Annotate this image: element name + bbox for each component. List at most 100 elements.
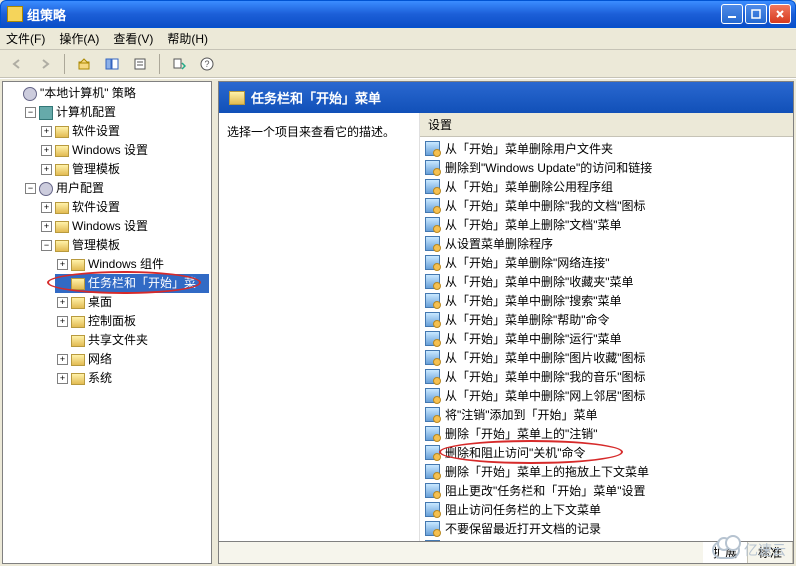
column-header-setting[interactable]: 设置 — [420, 113, 793, 137]
setting-item[interactable]: 阻止访问任务栏的上下文菜单 — [420, 500, 793, 519]
tree-desktop[interactable]: + 桌面 — [55, 293, 209, 312]
tree-label: 用户配置 — [56, 180, 104, 197]
setting-item[interactable]: 从「开始」菜单删除公用程序组 — [420, 177, 793, 196]
expand-icon[interactable]: + — [57, 316, 68, 327]
setting-label: 删除到"Windows Update"的访问和链接 — [445, 159, 652, 176]
tree-user-config[interactable]: − 用户配置 — [23, 179, 209, 198]
setting-item[interactable]: 从「开始」菜单上删除"文档"菜单 — [420, 215, 793, 234]
tree-system[interactable]: + 系统 — [55, 369, 209, 388]
show-hide-console-tree-button[interactable] — [101, 53, 123, 75]
forward-button — [34, 53, 56, 75]
setting-item[interactable]: 从「开始」菜单中删除"我的文档"图标 — [420, 196, 793, 215]
tree-root[interactable]: "本地计算机" 策略 — [7, 84, 209, 103]
collapse-icon[interactable]: − — [25, 107, 36, 118]
folder-icon — [71, 354, 85, 366]
tree-label: 桌面 — [88, 294, 112, 311]
properties-button[interactable] — [129, 53, 151, 75]
tree-pane[interactable]: "本地计算机" 策略 − 计算机配置 + 软件设置 +Windows 设置 + 管理模… — [2, 81, 212, 564]
collapse-icon[interactable]: − — [41, 240, 52, 251]
close-button[interactable] — [769, 4, 791, 24]
maximize-button[interactable] — [745, 4, 767, 24]
expand-icon[interactable]: + — [41, 164, 52, 175]
tree-computer-config[interactable]: − 计算机配置 — [23, 103, 209, 122]
up-button[interactable] — [73, 53, 95, 75]
setting-item[interactable]: 从「开始」菜单中删除"搜索"菜单 — [420, 291, 793, 310]
tree-label: 软件设置 — [72, 199, 120, 216]
tree-shared-folders[interactable]: 共享文件夹 — [55, 331, 209, 350]
folder-icon — [55, 126, 69, 138]
collapse-icon[interactable]: − — [25, 183, 36, 194]
setting-item[interactable]: 删除「开始」菜单上的拖放上下文菜单 — [420, 462, 793, 481]
details-header: 任务栏和「开始」菜单 — [218, 81, 794, 113]
setting-label: 从「开始」菜单中删除"我的文档"图标 — [445, 197, 646, 214]
menu-action[interactable]: 操作(A) — [59, 30, 99, 47]
expand-icon[interactable]: + — [41, 126, 52, 137]
folder-icon — [71, 259, 85, 271]
expand-icon[interactable]: + — [41, 145, 52, 156]
setting-label: 从「开始」菜单中删除"我的音乐"图标 — [445, 368, 646, 385]
tree-taskbar-startmenu[interactable]: 任务栏和「开始」菜 — [55, 274, 209, 293]
tree-label: 计算机配置 — [56, 104, 116, 121]
folder-icon — [55, 202, 69, 214]
policy-setting-icon — [425, 141, 440, 156]
policy-setting-icon — [425, 350, 440, 365]
menu-file[interactable]: 文件(F) — [6, 30, 45, 47]
tree-cc-software[interactable]: +软件设置 — [39, 122, 209, 141]
folder-icon — [71, 297, 85, 309]
folder-icon — [71, 373, 85, 385]
folder-icon — [55, 240, 69, 252]
user-icon — [39, 182, 53, 196]
expand-icon[interactable]: + — [57, 259, 68, 270]
tree-windows-components[interactable]: +Windows 组件 — [55, 255, 209, 274]
menu-help[interactable]: 帮助(H) — [167, 30, 208, 47]
tree-label: 管理模板 — [72, 161, 120, 178]
setting-item[interactable]: 将"注销"添加到「开始」菜单 — [420, 405, 793, 424]
setting-item[interactable]: 从「开始」菜单中删除"运行"菜单 — [420, 329, 793, 348]
setting-item[interactable]: 从「开始」菜单删除"帮助"命令 — [420, 310, 793, 329]
tree-cc-templates[interactable]: + 管理模板 — [39, 160, 209, 179]
setting-item[interactable]: 从设置菜单删除程序 — [420, 234, 793, 253]
tree-uc-templates[interactable]: −管理模板 — [39, 236, 209, 255]
tree-cc-windows[interactable]: +Windows 设置 — [39, 141, 209, 160]
policy-setting-icon — [425, 160, 440, 175]
setting-item[interactable]: 删除到"Windows Update"的访问和链接 — [420, 158, 793, 177]
toolbar: ? — [0, 50, 796, 78]
help-button[interactable]: ? — [196, 53, 218, 75]
expand-icon[interactable]: + — [57, 297, 68, 308]
expand-icon[interactable]: + — [41, 202, 52, 213]
setting-item[interactable]: 从「开始」菜单删除用户文件夹 — [420, 139, 793, 158]
policy-icon — [23, 87, 37, 101]
tree-control-panel[interactable]: +控制面板 — [55, 312, 209, 331]
setting-item[interactable]: 从「开始」菜单中删除"网上邻居"图标 — [420, 386, 793, 405]
tree-network[interactable]: +网络 — [55, 350, 209, 369]
menu-view[interactable]: 查看(V) — [113, 30, 153, 47]
minimize-button[interactable] — [721, 4, 743, 24]
policy-setting-icon — [425, 274, 440, 289]
settings-list[interactable]: 设置 从「开始」菜单删除用户文件夹删除到"Windows Update"的访问和… — [419, 113, 793, 541]
setting-item[interactable]: 阻止更改"任务栏和「开始」菜单"设置 — [420, 481, 793, 500]
expand-icon[interactable]: + — [57, 373, 68, 384]
setting-item[interactable]: 从「开始」菜单删除"网络连接" — [420, 253, 793, 272]
setting-item[interactable]: 从「开始」菜单中删除"收藏夹"菜单 — [420, 272, 793, 291]
setting-label: 从「开始」菜单删除"网络连接" — [445, 254, 610, 271]
setting-item[interactable]: 删除「开始」菜单上的"注销" — [420, 424, 793, 443]
tree-label: 系统 — [88, 370, 112, 387]
expand-icon[interactable]: + — [41, 221, 52, 232]
folder-icon — [71, 278, 85, 290]
policy-setting-icon — [425, 540, 440, 541]
export-list-button[interactable] — [168, 53, 190, 75]
setting-label: 从「开始」菜单中删除"搜索"菜单 — [445, 292, 622, 309]
setting-item[interactable]: 删除和阻止访问"关机"命令 — [420, 443, 793, 462]
policy-setting-icon — [425, 464, 440, 479]
setting-item[interactable]: 从「开始」菜单中删除"我的音乐"图标 — [420, 367, 793, 386]
tab-bar: 扩展 标准 — [218, 542, 794, 564]
description-panel: 选择一个项目来查看它的描述。 — [219, 113, 419, 541]
tree-uc-software[interactable]: + 软件设置 — [39, 198, 209, 217]
setting-label: 从「开始」菜单中删除"网上邻居"图标 — [445, 387, 646, 404]
setting-item[interactable]: 从「开始」菜单中删除"图片收藏"图标 — [420, 348, 793, 367]
expand-icon[interactable]: + — [57, 354, 68, 365]
folder-icon — [55, 145, 69, 157]
policy-setting-icon — [425, 255, 440, 270]
tree-uc-windows[interactable]: +Windows 设置 — [39, 217, 209, 236]
setting-label: 删除「开始」菜单上的拖放上下文菜单 — [445, 463, 649, 480]
